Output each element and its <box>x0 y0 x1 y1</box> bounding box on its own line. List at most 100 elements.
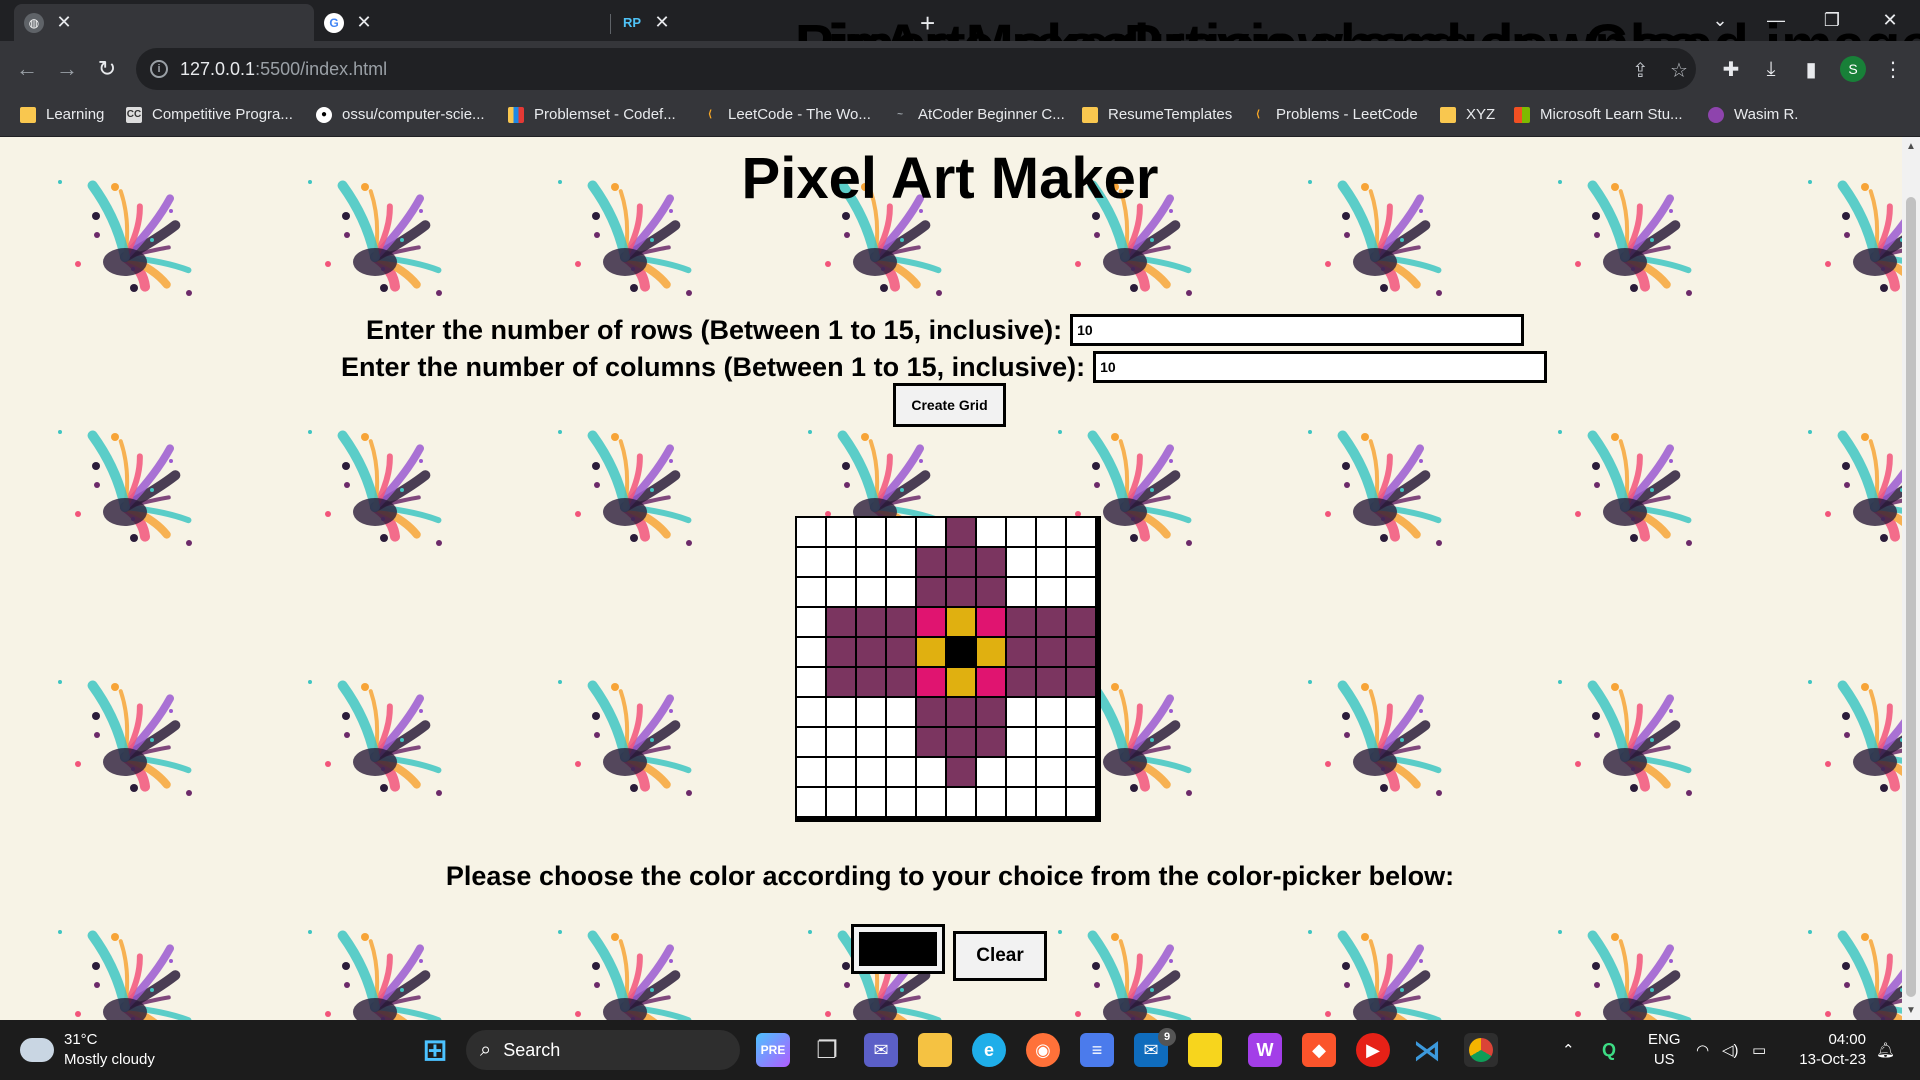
new-tab-plus-icon[interactable]: + <box>920 8 935 39</box>
grid-cell[interactable] <box>917 758 945 786</box>
address-bar[interactable]: i 127.0.0.1:5500/index.html ⇪ ☆ <box>136 48 1696 90</box>
taskbar-search[interactable]: ⌕ Search <box>466 1030 740 1070</box>
bookmark-ossu[interactable]: ● ossu/computer-scie... <box>316 106 485 123</box>
grid-cell[interactable] <box>857 698 885 726</box>
grid-cell[interactable] <box>947 578 975 606</box>
grid-cell[interactable] <box>857 578 885 606</box>
grid-cell[interactable] <box>977 548 1005 576</box>
grid-cell[interactable] <box>917 638 945 666</box>
grid-cell[interactable] <box>797 668 825 696</box>
language-indicator[interactable]: ENG US <box>1648 1020 1681 1080</box>
grid-cell[interactable] <box>947 518 975 546</box>
grid-cell[interactable] <box>977 728 1005 756</box>
firefox-icon[interactable]: ◉ <box>1026 1033 1060 1067</box>
grid-cell[interactable] <box>1037 728 1065 756</box>
grid-cell[interactable] <box>917 788 945 816</box>
grid-cell[interactable] <box>857 668 885 696</box>
grid-cell[interactable] <box>917 668 945 696</box>
copilot-preview-icon[interactable]: PRE <box>756 1033 790 1067</box>
grid-cell[interactable] <box>1067 728 1095 756</box>
grid-cell[interactable] <box>1037 578 1065 606</box>
youtube-music-icon[interactable]: ▶ <box>1356 1033 1390 1067</box>
clock[interactable]: 04:00 13-Oct-23 <box>1796 1030 1866 1070</box>
grid-cell[interactable] <box>947 698 975 726</box>
notepad-icon[interactable]: ≡ <box>1080 1033 1114 1067</box>
volume-icon[interactable]: ◁) <box>1722 1020 1739 1080</box>
grid-cell[interactable] <box>1067 788 1095 816</box>
grid-cell[interactable] <box>827 608 855 636</box>
grid-cell[interactable] <box>1007 638 1035 666</box>
minimize-icon[interactable]: — <box>1748 0 1804 41</box>
grid-cell[interactable] <box>947 788 975 816</box>
grid-cell[interactable] <box>857 548 885 576</box>
bookmark-learning[interactable]: Learning <box>20 106 104 123</box>
grid-cell[interactable] <box>947 728 975 756</box>
grid-cell[interactable] <box>887 758 915 786</box>
scroll-up-icon[interactable]: ▲ <box>1902 141 1920 152</box>
grid-cell[interactable] <box>1067 758 1095 786</box>
grid-cell[interactable] <box>1067 548 1095 576</box>
grid-cell[interactable] <box>917 548 945 576</box>
grid-cell[interactable] <box>977 608 1005 636</box>
grid-cell[interactable] <box>857 758 885 786</box>
tab-preview-download[interactable]: RP Preview and download image - I ✕ <box>612 4 1920 78</box>
grid-cell[interactable] <box>827 638 855 666</box>
grid-cell[interactable] <box>1037 758 1065 786</box>
grid-cell[interactable] <box>1037 638 1065 666</box>
grid-cell[interactable] <box>917 518 945 546</box>
clear-button[interactable]: Clear <box>953 931 1047 981</box>
tray-chevron-icon[interactable]: ⌃ <box>1562 1020 1575 1080</box>
tab-pixartmaker[interactable]: ◍ PixArtMaker ✕ <box>14 4 1133 78</box>
grid-cell[interactable] <box>1067 698 1095 726</box>
grid-cell[interactable] <box>1067 608 1095 636</box>
extensions-puzzle-icon[interactable]: ✚ <box>1716 54 1746 84</box>
bookmark-codeforces[interactable]: Problemset - Codef... <box>508 106 676 123</box>
teams-chat-icon[interactable]: ✉ <box>864 1033 898 1067</box>
grid-cell[interactable] <box>887 698 915 726</box>
chrome-icon[interactable] <box>1464 1033 1498 1067</box>
grid-cell[interactable] <box>1007 578 1035 606</box>
battery-icon[interactable]: ▭ <box>1752 1020 1766 1080</box>
back-arrow-icon[interactable]: ← <box>12 54 42 84</box>
grid-cell[interactable] <box>1007 518 1035 546</box>
grid-cell[interactable] <box>857 638 885 666</box>
grid-cell[interactable] <box>887 728 915 756</box>
grid-cell[interactable] <box>887 608 915 636</box>
grid-cell[interactable] <box>857 788 885 816</box>
brave-icon[interactable]: ◆ <box>1302 1033 1336 1067</box>
share-icon[interactable]: ⇪ <box>1632 58 1649 83</box>
grid-cell[interactable] <box>917 578 945 606</box>
grid-cell[interactable] <box>947 668 975 696</box>
grid-cell[interactable] <box>947 548 975 576</box>
grid-cell[interactable] <box>827 698 855 726</box>
grid-cell[interactable] <box>827 578 855 606</box>
windows-start-icon[interactable]: ⊞ <box>418 1033 452 1067</box>
grid-cell[interactable] <box>827 518 855 546</box>
grid-cell[interactable] <box>887 548 915 576</box>
reload-icon[interactable]: ↻ <box>92 54 122 84</box>
bookmark-competitive-programming[interactable]: CC Competitive Progra... <box>126 106 293 123</box>
grid-cell[interactable] <box>827 788 855 816</box>
bookmark-microsoft-learn[interactable]: Microsoft Learn Stu... <box>1514 106 1683 123</box>
tab-search-chevron-icon[interactable]: ⌄ <box>1692 0 1748 41</box>
grid-cell[interactable] <box>797 608 825 636</box>
task-view-icon[interactable]: ❐ <box>810 1033 844 1067</box>
grid-cell[interactable] <box>797 728 825 756</box>
grid-cell[interactable] <box>1007 788 1035 816</box>
grid-cell[interactable] <box>797 758 825 786</box>
bookmark-leetcode[interactable]: ⟨ LeetCode - The Wo... <box>702 106 871 123</box>
grid-cell[interactable] <box>887 638 915 666</box>
grid-cell[interactable] <box>827 668 855 696</box>
grid-cell[interactable] <box>1007 668 1035 696</box>
grid-cell[interactable] <box>797 698 825 726</box>
forward-arrow-icon[interactable]: → <box>52 54 82 84</box>
bookmark-wasim[interactable]: Wasim R. <box>1708 106 1798 123</box>
close-window-icon[interactable]: ✕ <box>1862 0 1918 41</box>
bookmark-problems-leetcode[interactable]: ⟨ Problems - LeetCode <box>1250 106 1418 123</box>
grid-cell[interactable] <box>1037 698 1065 726</box>
grid-cell[interactable] <box>797 518 825 546</box>
site-info-icon[interactable]: i <box>150 60 168 78</box>
grid-cell[interactable] <box>827 548 855 576</box>
sticky-notes-icon[interactable] <box>1188 1033 1222 1067</box>
columns-input[interactable]: 10 <box>1093 351 1548 383</box>
